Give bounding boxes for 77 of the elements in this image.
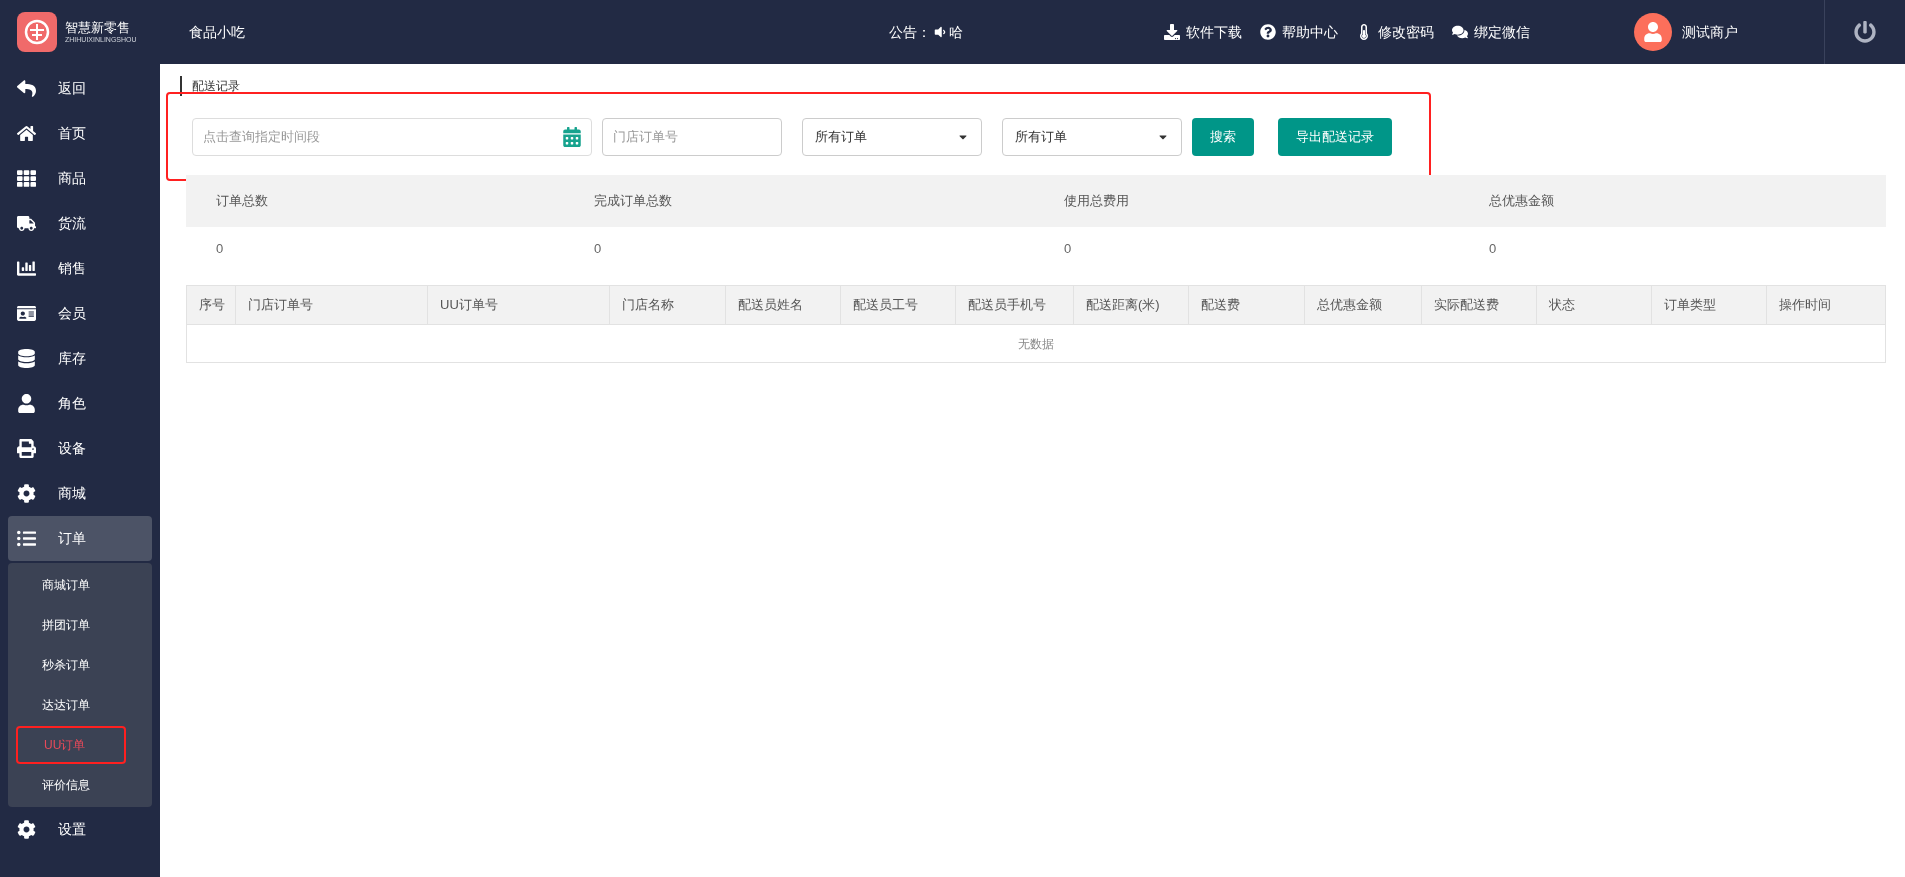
download-icon <box>1164 24 1180 40</box>
printer-icon <box>17 439 36 458</box>
header-link[interactable]: 软件下载 <box>1164 21 1242 43</box>
column-header: 总优惠金额 <box>1305 286 1422 324</box>
submenu-item[interactable]: 秒杀订单 <box>16 646 126 684</box>
sidebar-item[interactable]: 返回 <box>8 66 152 111</box>
id-card-icon <box>17 304 36 323</box>
logo-icon <box>17 12 57 52</box>
column-header: 配送员姓名 <box>726 286 841 324</box>
sidebar-item[interactable]: 设备 <box>8 426 152 471</box>
column-header: UU订单号 <box>428 286 610 324</box>
sidebar-item[interactable]: 角色 <box>8 381 152 426</box>
calendar-icon <box>562 126 582 147</box>
column-header: 配送员手机号 <box>956 286 1074 324</box>
sidebar-item[interactable]: 商城 <box>8 471 152 516</box>
settings-icon <box>17 484 36 503</box>
settings-icon <box>17 820 36 839</box>
order-type-select[interactable]: 所有订单 <box>802 117 982 156</box>
stat-label: 使用总费用 <box>1064 192 1130 211</box>
order-number-field[interactable]: 门店订单号 <box>602 117 782 156</box>
sidebar-item[interactable]: 货流 <box>8 201 152 246</box>
stat-value: 0 <box>1489 240 1498 259</box>
export-button[interactable]: 导出配送记录 <box>1278 117 1392 156</box>
search-button[interactable]: 搜索 <box>1192 117 1254 156</box>
database-icon <box>17 349 36 368</box>
stat-value: 0 <box>215 240 225 259</box>
submenu-item[interactable]: 评价信息 <box>16 766 126 804</box>
truck-icon <box>17 214 36 233</box>
column-header: 操作时间 <box>1778 296 1832 315</box>
sidebar-item[interactable]: 首页 <box>8 111 152 156</box>
sidebar-item[interactable]: 销售 <box>8 246 152 291</box>
notice-label: 公告： <box>889 22 931 42</box>
help-icon <box>1260 24 1276 40</box>
sidebar-item[interactable]: 会员 <box>8 291 152 336</box>
header-link[interactable]: 绑定微信 <box>1452 21 1530 43</box>
stat-label: 总优惠金额 <box>1489 192 1555 211</box>
list-icon <box>17 529 36 548</box>
order-type-select[interactable]: 所有订单 <box>1002 117 1182 156</box>
stat-value: 0 <box>1064 240 1073 259</box>
stat-value: 0 <box>594 240 603 259</box>
user-icon <box>17 394 36 413</box>
grid-icon <box>17 169 36 188</box>
column-header: 实际配送费 <box>1422 286 1537 324</box>
column-header: 配送距离(米) <box>1074 286 1189 324</box>
reply-arrow-icon <box>17 79 36 98</box>
header-link[interactable]: 帮助中心 <box>1260 21 1338 43</box>
home-icon <box>17 124 36 143</box>
bar-chart-icon <box>17 259 36 278</box>
stat-label: 订单总数 <box>215 192 269 211</box>
empty-message: 无数据 <box>1018 335 1054 353</box>
submenu-item[interactable]: 商城订单 <box>16 566 126 604</box>
column-header: 门店订单号 <box>236 286 428 324</box>
column-header: 配送费 <box>1189 286 1305 324</box>
speaker-icon <box>933 25 947 39</box>
avatar-icon <box>1634 13 1672 51</box>
sidebar-item[interactable]: 订单 <box>8 516 152 561</box>
user-name[interactable]: 测试商户 <box>1682 21 1738 43</box>
breadcrumb-title: 配送记录 <box>180 76 240 96</box>
submenu-item[interactable]: 达达订单 <box>16 686 126 724</box>
column-header: 状态 <box>1537 286 1652 324</box>
chat-bubbles-icon <box>1452 24 1468 40</box>
column-header: 门店名称 <box>610 286 726 324</box>
column-header: 订单类型 <box>1652 286 1767 324</box>
power-button[interactable] <box>1854 21 1876 43</box>
logo-text: 智慧新零售 <box>65 19 131 36</box>
stat-label: 完成订单总数 <box>594 192 673 211</box>
column-header: 序号 <box>187 286 236 324</box>
store-name: 食品小吃 <box>189 22 246 42</box>
sidebar-item[interactable]: 库存 <box>8 336 152 381</box>
submenu-item[interactable]: 拼团订单 <box>16 606 126 644</box>
sidebar-item[interactable]: 设置 <box>8 807 152 852</box>
power-icon <box>1854 21 1876 43</box>
header-link[interactable]: 修改密码 <box>1356 21 1434 43</box>
date-range-field[interactable]: 点击查询指定时间段 <box>192 117 592 156</box>
column-header: 配送员工号 <box>841 286 956 324</box>
sidebar-item[interactable]: 商品 <box>8 156 152 201</box>
notice-text: 哈 <box>949 22 963 42</box>
